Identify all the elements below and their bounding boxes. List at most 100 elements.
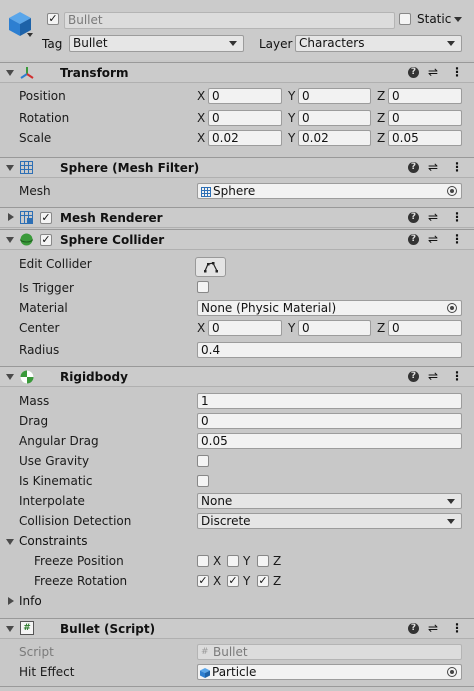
help-icon[interactable]: ? <box>408 67 419 78</box>
more-menu-icon[interactable]: ⋮ <box>451 369 463 383</box>
mass-field[interactable]: 1 <box>197 393 462 409</box>
interpolate-value: None <box>201 494 233 508</box>
object-name-field[interactable]: Bullet <box>64 12 395 29</box>
object-picker-icon[interactable] <box>447 667 457 677</box>
help-icon[interactable]: ? <box>408 234 419 245</box>
presets-icon[interactable]: ⇌ <box>428 369 438 383</box>
scale-z-field[interactable]: 0.05 <box>388 130 462 146</box>
presets-icon[interactable]: ⇌ <box>428 160 438 174</box>
chevron-down-icon[interactable] <box>27 33 33 37</box>
drag-label: Drag <box>19 414 49 428</box>
freeze-position-x-checkbox[interactable] <box>197 555 209 567</box>
position-x-field[interactable]: 0 <box>208 88 282 104</box>
info-label[interactable]: Info <box>19 594 42 608</box>
presets-icon[interactable]: ⇌ <box>428 65 438 79</box>
static-dropdown-icon[interactable] <box>454 17 462 22</box>
presets-icon[interactable]: ⇌ <box>428 621 438 635</box>
script-object-field: # Bullet <box>197 644 462 660</box>
mesh-renderer-icon <box>20 211 33 227</box>
more-menu-icon[interactable]: ⋮ <box>451 621 463 635</box>
foldout-open-icon[interactable] <box>6 374 14 380</box>
static-checkbox[interactable] <box>399 13 411 25</box>
foldout-open-icon[interactable] <box>6 70 14 76</box>
help-icon[interactable]: ? <box>408 371 419 382</box>
freeze-position-y-checkbox[interactable] <box>227 555 239 567</box>
freeze-position-x-label: X <box>213 554 222 568</box>
position-y-axis: Y <box>288 89 296 103</box>
mesh-renderer-header[interactable]: ✓ Mesh Renderer ? ⇌ ⋮ <box>0 207 474 228</box>
mesh-filter-header[interactable]: Sphere (Mesh Filter) ? ⇌ ⋮ <box>0 157 474 178</box>
foldout-open-icon[interactable] <box>6 237 14 243</box>
scale-y-field[interactable]: 0.02 <box>298 130 371 146</box>
foldout-closed-icon[interactable] <box>8 213 14 221</box>
sphere-collider-icon <box>20 233 33 249</box>
object-picker-icon[interactable] <box>447 303 457 313</box>
center-z-field[interactable]: 0 <box>388 320 462 336</box>
constraints-label[interactable]: Constraints <box>19 534 87 548</box>
hit-effect-object-field[interactable]: Particle <box>197 664 462 680</box>
tag-dropdown[interactable]: Bullet <box>69 35 244 52</box>
transform-header[interactable]: Transform ? ⇌ ⋮ <box>0 62 474 83</box>
help-icon[interactable]: ? <box>408 623 419 634</box>
position-y-field[interactable]: 0 <box>298 88 371 104</box>
interpolate-dropdown[interactable]: None <box>197 493 462 509</box>
radius-field[interactable]: 0.4 <box>197 342 462 358</box>
use-gravity-checkbox[interactable] <box>197 455 209 467</box>
freeze-rotation-y-checkbox[interactable]: ✓ <box>227 575 239 587</box>
collision-detection-label: Collision Detection <box>19 514 132 528</box>
sphere-collider-enabled-checkbox[interactable]: ✓ <box>40 234 52 246</box>
active-checkbox[interactable]: ✓ <box>47 13 59 25</box>
rotation-y-field[interactable]: 0 <box>298 110 371 126</box>
more-menu-icon[interactable]: ⋮ <box>451 160 463 174</box>
object-picker-icon[interactable] <box>447 186 457 196</box>
layer-dropdown[interactable]: Characters <box>295 35 462 52</box>
material-value: None (Physic Material) <box>201 301 337 315</box>
foldout-open-icon[interactable] <box>6 626 14 632</box>
more-menu-icon[interactable]: ⋮ <box>451 65 463 79</box>
is-trigger-checkbox[interactable] <box>197 281 209 293</box>
bottom-divider <box>0 686 474 687</box>
more-menu-icon[interactable]: ⋮ <box>451 210 463 224</box>
edit-collider-label: Edit Collider <box>19 257 92 271</box>
mass-label: Mass <box>19 394 50 408</box>
foldout-open-icon[interactable] <box>6 165 14 171</box>
position-x-axis: X <box>197 89 206 103</box>
help-icon[interactable]: ? <box>408 212 419 223</box>
info-foldout-icon[interactable] <box>8 597 14 605</box>
object-header: ✓ Bullet Static Tag Bullet Layer Charact… <box>0 0 474 60</box>
position-z-field[interactable]: 0 <box>388 88 462 104</box>
rotation-x-field[interactable]: 0 <box>208 110 282 126</box>
help-icon[interactable]: ? <box>408 162 419 173</box>
center-x-field[interactable]: 0 <box>208 320 282 336</box>
more-menu-icon[interactable]: ⋮ <box>451 232 463 246</box>
mesh-renderer-enabled-checkbox[interactable]: ✓ <box>40 212 52 224</box>
sphere-collider-title: Sphere Collider <box>60 233 165 247</box>
center-label: Center <box>19 321 60 335</box>
script-header[interactable]: # Bullet (Script) ? ⇌ ⋮ <box>0 618 474 639</box>
rotation-z-field[interactable]: 0 <box>388 110 462 126</box>
chevron-down-icon <box>447 41 455 46</box>
presets-icon[interactable]: ⇌ <box>428 210 438 224</box>
freeze-position-z-checkbox[interactable] <box>257 555 269 567</box>
edit-collider-button[interactable] <box>195 257 226 277</box>
collision-detection-dropdown[interactable]: Discrete <box>197 513 462 529</box>
material-object-field[interactable]: None (Physic Material) <box>197 300 462 316</box>
chevron-down-icon <box>447 499 455 504</box>
freeze-rotation-x-checkbox[interactable]: ✓ <box>197 575 209 587</box>
center-y-axis: Y <box>288 321 296 335</box>
presets-icon[interactable]: ⇌ <box>428 232 438 246</box>
rotation-x-axis: X <box>197 111 206 125</box>
transform-icon <box>20 66 34 83</box>
angular-drag-field[interactable]: 0.05 <box>197 433 462 449</box>
center-y-field[interactable]: 0 <box>298 320 371 336</box>
rigidbody-header[interactable]: Rigidbody ? ⇌ ⋮ <box>0 366 474 387</box>
is-kinematic-checkbox[interactable] <box>197 475 209 487</box>
freeze-rotation-z-label: Z <box>273 574 282 588</box>
constraints-foldout-icon[interactable] <box>6 539 14 545</box>
freeze-position-z-label: Z <box>273 554 282 568</box>
mesh-object-field[interactable]: Sphere <box>197 183 462 199</box>
sphere-collider-header[interactable]: ✓ Sphere Collider ? ⇌ ⋮ <box>0 229 474 250</box>
scale-x-field[interactable]: 0.02 <box>208 130 282 146</box>
drag-field[interactable]: 0 <box>197 413 462 429</box>
freeze-rotation-z-checkbox[interactable]: ✓ <box>257 575 269 587</box>
